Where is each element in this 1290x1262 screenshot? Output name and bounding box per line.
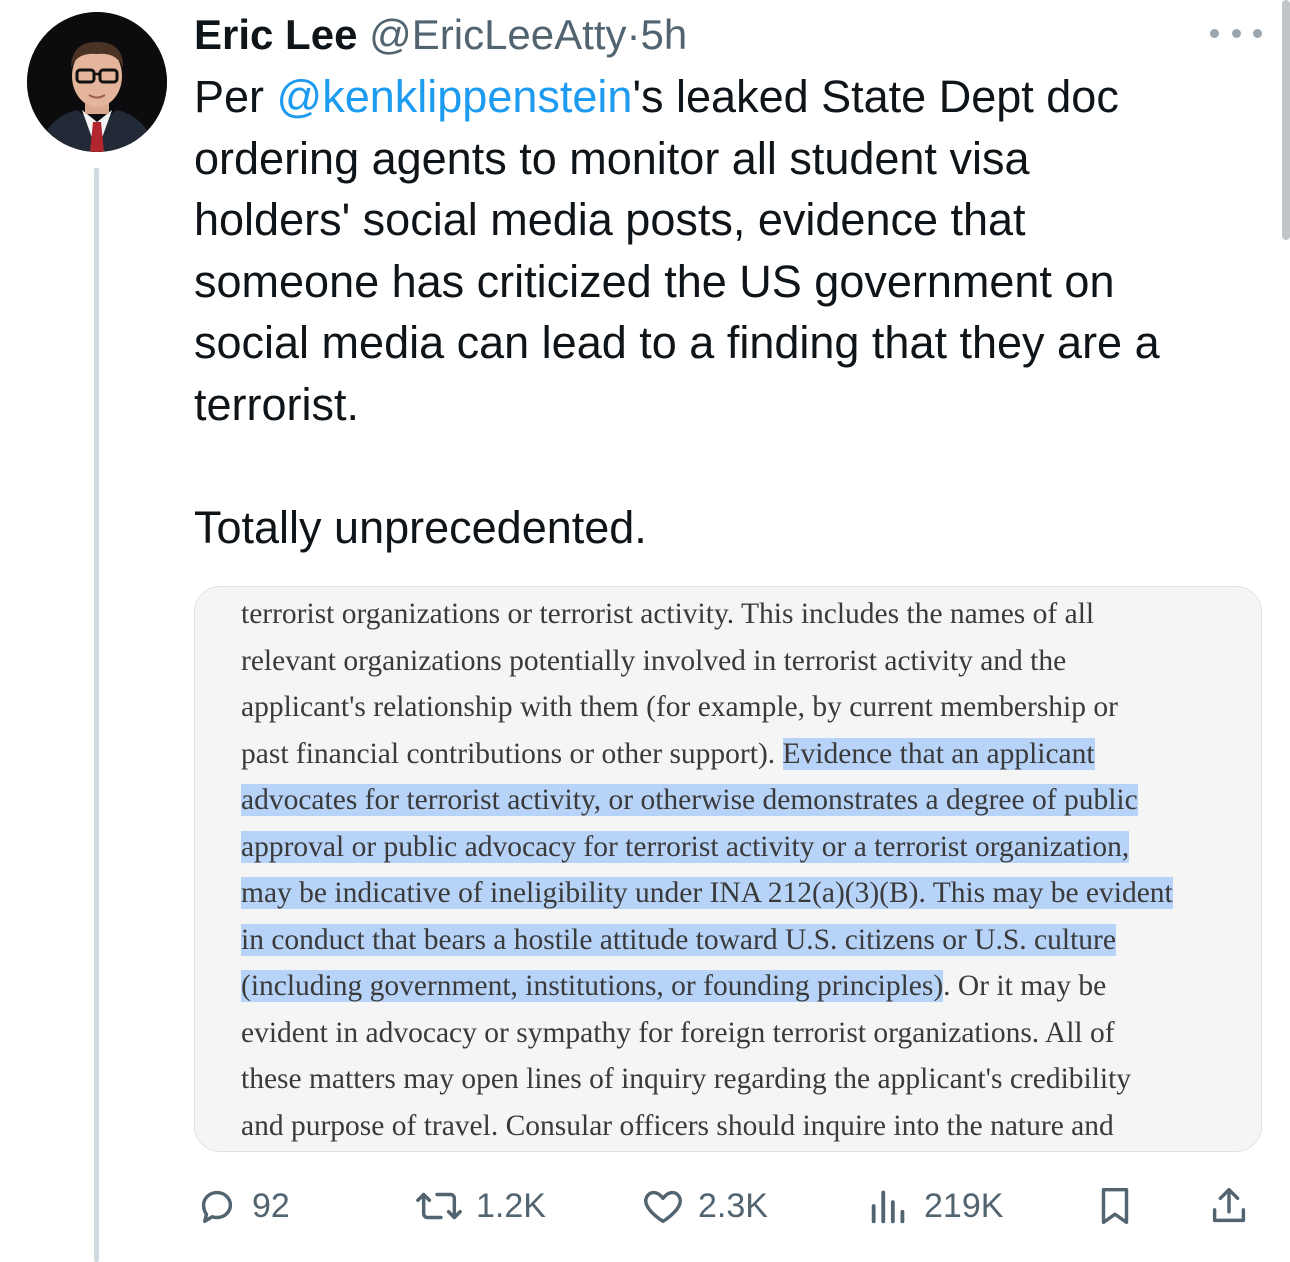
more-dots-icon[interactable] [1210,18,1262,48]
tweet-text-segment: 's leaked State Dept doc [632,71,1119,122]
doc-line: applicant's relationship with them (for … [241,691,1118,723]
bookmark-button[interactable] [1092,1176,1138,1236]
document-image[interactable]: terrorist organizations or terrorist act… [194,586,1262,1152]
highlighted-text: approval or public advocacy for terroris… [241,830,1130,863]
repost-icon [414,1183,464,1229]
share-button[interactable] [1206,1176,1252,1236]
like-button[interactable]: 2.3K [640,1176,768,1236]
reply-count: 92 [252,1186,290,1225]
thread-line [94,168,99,1262]
author-handle[interactable]: @EricLeeAtty [369,11,626,58]
highlighted-text: may be indicative of ineligibility under… [241,877,1173,909]
bookmark-icon [1092,1183,1138,1229]
highlighted-text: Evidence that an applicant [782,737,1095,770]
highlighted-text: in conduct that bears a hostile attitude… [241,923,1116,956]
doc-line: past financial contributions or other su… [241,737,1095,770]
repost-button[interactable]: 1.2K [414,1176,546,1236]
tweet-text-line: holders' social media posts, evidence th… [194,194,1026,245]
mention-link[interactable]: @kenklippenstein [277,71,633,122]
tweet-text-segment: Per [194,71,277,122]
tweet-text-line: terrorist. [194,378,360,430]
author-name[interactable]: Eric Lee [194,11,357,58]
tweet-header: Eric Lee @EricLeeAtty·5h [194,8,687,62]
views-icon [866,1183,912,1229]
views-count: 219K [924,1186,1004,1225]
views-button[interactable]: 219K [866,1176,1003,1236]
tweet-text-line: someone has criticized the US government… [194,255,1115,307]
doc-line: advocates for terrorist activity, or oth… [241,777,1241,824]
action-bar: 92 1.2K 2.3K 219K [194,1176,1262,1236]
doc-line: relevant organizations potentially invol… [241,644,1067,677]
reply-icon [194,1183,240,1229]
document-text: terrorist organizations or terrorist act… [241,591,1241,1149]
share-icon [1206,1183,1252,1229]
scrollbar[interactable] [1282,0,1290,240]
highlighted-text: advocates for terrorist activity, or oth… [241,784,1138,816]
heart-icon [640,1183,686,1229]
tweet-text: Per @kenklippenstein's leaked State Dept… [194,66,1264,558]
doc-line: terrorist organizations or terrorist act… [241,598,1095,630]
doc-line: evident in advocacy or sympathy for fore… [241,1016,1115,1049]
timestamp[interactable]: 5h [641,11,688,58]
reply-button[interactable]: 92 [194,1176,290,1236]
tweet-text-line: Totally unprecedented. [194,501,647,553]
tweet-text-line: ordering agents to monitor all student v… [194,132,1030,184]
avatar[interactable] [27,12,167,152]
highlighted-text: (including government, institutions, or … [241,970,944,1002]
doc-line: in conduct that bears a hostile attitude… [241,917,1241,964]
doc-line: may be indicative of ineligibility under… [241,870,1241,917]
doc-line: approval or public advocacy for terroris… [241,824,1241,871]
repost-count: 1.2K [476,1186,546,1225]
like-count: 2.3K [698,1186,768,1225]
doc-line: and purpose of travel. Consular officers… [241,1109,1114,1142]
separator-dot: · [626,11,641,58]
tweet-text-line: social media can lead to a finding that … [194,317,1160,368]
doc-line: (including government, institutions, or … [241,970,1107,1002]
avatar-photo [27,12,167,152]
doc-line: these matters may open lines of inquiry … [241,1063,1132,1095]
